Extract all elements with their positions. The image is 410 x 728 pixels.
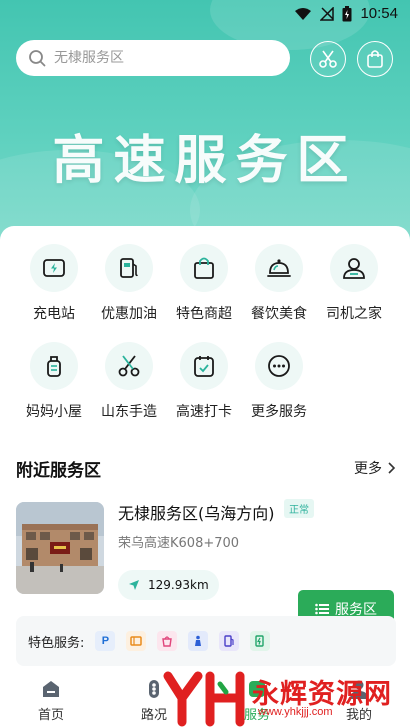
wifi-icon [295,7,312,20]
fuel-feature-icon [219,631,240,651]
battery-icon [342,5,352,21]
nearby-section-header: 附近服务区 更多 [16,456,396,481]
charging-feature-icon [250,631,271,651]
service-icon-bg [30,342,78,390]
watermark-logo [163,671,245,727]
driver-home-icon [343,258,365,279]
tab-label: 首页 [37,708,64,723]
distance-value: 129.93km [148,578,209,592]
list-icon [315,603,329,615]
navigation-arrow-icon [129,580,139,590]
service-icon-bg [30,244,78,292]
search-bar[interactable] [16,40,290,76]
service-icon-bg [255,342,303,390]
section-title: 附近服务区 [16,461,101,481]
service-label: 优惠加油 [101,306,157,322]
no-signal-icon [320,6,335,21]
toilet-feature-icon [188,631,209,651]
dining-feature-icon [126,631,147,651]
service-icon-bg [105,244,153,292]
handicraft-button[interactable] [310,41,346,77]
service-mother-room[interactable]: 妈妈小屋 [16,342,92,421]
search-input[interactable] [54,50,254,66]
main-content: 充电站 优惠加油 特色商超 餐饮美食 司机之家 妈妈小屋 山东手造 高速打卡 更… [0,226,410,676]
baby-bottle-icon [47,356,61,377]
watermark-url: www.yhkjjj.com [258,706,333,718]
service-label: 餐饮美食 [251,306,307,322]
shopping-bag-button[interactable] [357,41,393,77]
service-more[interactable]: 更多服务 [241,342,317,421]
service-icon-bg [330,244,378,292]
service-icon-bg [105,342,153,390]
shopping-bag-icon [194,257,214,279]
dining-bell-icon [267,259,291,277]
feature-services-label: 特色服务: [28,635,85,651]
service-fuel-discount[interactable]: 优惠加油 [91,244,167,323]
scissors-icon [319,50,337,68]
more-label: 更多 [354,461,382,477]
status-badge: 正常 [284,499,314,518]
shopping-bag-icon [367,50,383,68]
service-label: 高速打卡 [176,404,232,420]
home-icon [43,681,59,697]
chevron-right-icon [388,462,396,474]
status-time: 10:54 [360,5,398,22]
distance-chip[interactable]: 129.93km [118,570,219,600]
service-icon-bg [255,244,303,292]
hero-title: 高速服务区 [52,131,358,191]
service-area-card[interactable]: 无棣服务区(乌海方向) 正常 荣乌高速K608+700 129.93km 服务区… [16,496,396,676]
service-label: 充电站 [33,306,75,322]
more-dots-icon [268,355,290,377]
service-icon-bg [180,244,228,292]
service-label: 山东手造 [101,404,157,420]
more-link[interactable]: 更多 [354,458,396,478]
service-label: 特色商超 [176,306,232,322]
fuel-pump-icon [120,258,138,278]
watermark: 永辉资源网 www.yhkjjj.com [160,670,410,728]
service-area-photo [16,502,104,594]
shop-feature-icon [157,631,178,651]
service-charging-station[interactable]: 充电站 [16,244,92,323]
service-label: 妈妈小屋 [26,404,82,420]
service-icon-bg [180,342,228,390]
hero-banner: 10:54 高速服务区 [0,0,410,250]
charging-icon [43,259,65,277]
service-specialty-market[interactable]: 特色商超 [166,244,242,323]
service-label: 司机之家 [326,306,382,322]
tab-home[interactable]: 首页 [16,678,86,723]
service-driver-home[interactable]: 司机之家 [316,244,392,323]
parking-icon: P [95,631,116,651]
road-location: 荣乌高速K608+700 [118,536,240,551]
scissors-icon [118,355,140,377]
service-area-name: 无棣服务区(乌海方向) [118,504,275,523]
status-bar: 10:54 [0,0,410,30]
service-dining[interactable]: 餐饮美食 [241,244,317,323]
service-shandong-craft[interactable]: 山东手造 [91,342,167,421]
service-highway-checkin[interactable]: 高速打卡 [166,342,242,421]
calendar-check-icon [194,356,214,377]
service-label: 更多服务 [251,404,307,420]
search-icon [29,50,46,67]
feature-services-row: 特色服务: P [16,616,396,666]
